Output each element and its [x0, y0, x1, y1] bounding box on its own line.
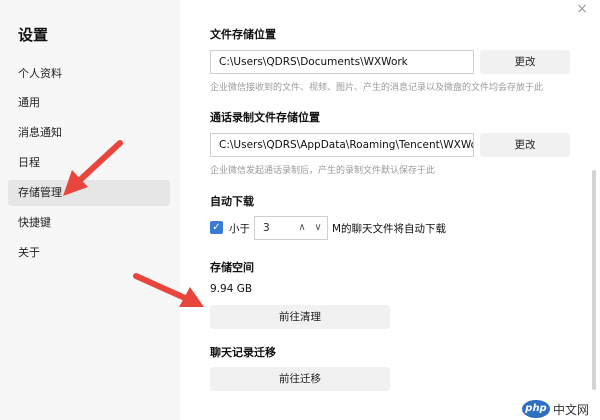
annotation-arrows — [63, 140, 204, 307]
watermark: php 中文网 — [522, 400, 596, 418]
arrow-to-clean-button — [133, 273, 204, 307]
arrow-to-storage-menu — [63, 140, 123, 196]
watermark-text: 中文网 — [553, 403, 590, 417]
watermark-logo: php — [522, 400, 550, 418]
